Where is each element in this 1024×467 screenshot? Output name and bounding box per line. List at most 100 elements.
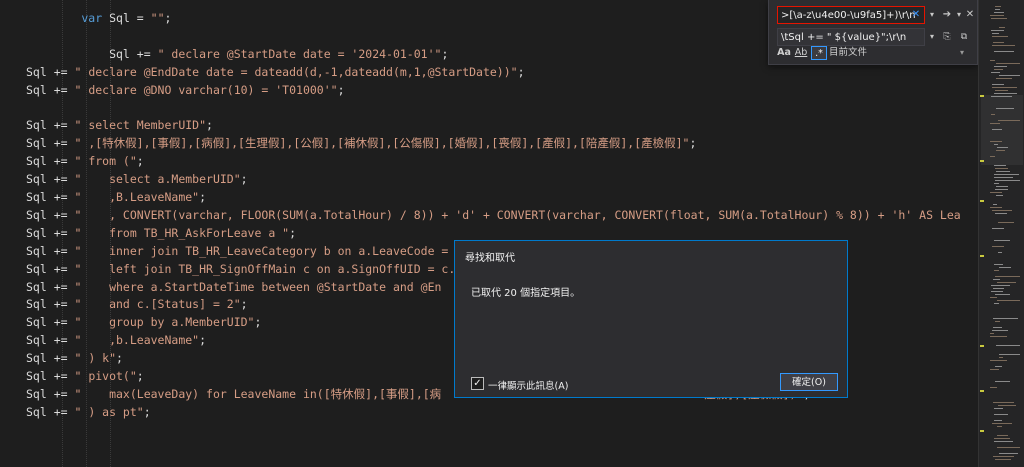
code-token: ; xyxy=(116,351,123,366)
minimap-line xyxy=(994,240,1010,241)
ok-button[interactable]: 確定(O) xyxy=(780,373,838,391)
minimap-line xyxy=(996,186,1008,187)
find-replace-result-dialog: 尋找和取代 已取代 20 個指定項目。 ✓ 一律顯示此訊息(A) 確定(O) xyxy=(454,240,848,398)
code-token: Sql = xyxy=(102,11,151,25)
code-token: ; xyxy=(136,369,144,383)
code-line: Sql += " left join TB_HR_SignOffMain c o… xyxy=(26,261,518,277)
find-options-icon[interactable]: ▾ xyxy=(955,6,963,24)
code-line: Sql += " ) k"; xyxy=(26,350,123,366)
code-token: Sql += xyxy=(26,369,75,383)
code-token: " max(LeaveDay) for LeaveName in([特休假],[… xyxy=(74,386,442,401)
close-icon[interactable]: ✕ xyxy=(965,6,975,24)
find-row: >[\a-z\u4e00-\u9fa5]+)\r\n ✕ ▾ ➔ ▾ ✕ xyxy=(777,6,975,26)
minimap-line xyxy=(990,141,1002,142)
code-token: ; xyxy=(337,82,345,97)
minimap-line xyxy=(992,210,1012,211)
minimap-line xyxy=(990,60,995,61)
minimap-line xyxy=(991,291,1003,292)
minimap-line xyxy=(997,435,1008,436)
scroll-marker xyxy=(980,255,984,257)
replace-next-icon[interactable]: ⎘ xyxy=(941,28,953,46)
minimap-line xyxy=(998,222,1014,223)
code-token: Sql += xyxy=(26,118,75,133)
minimap-line xyxy=(994,177,1013,178)
code-token: Sql += xyxy=(26,315,75,330)
find-input[interactable]: >[\a-z\u4e00-\u9fa5]+)\r\n xyxy=(777,6,925,24)
minimap-line xyxy=(995,168,1008,169)
clear-find-icon[interactable]: ✕ xyxy=(909,6,923,24)
code-token: ; xyxy=(199,190,207,204)
replace-all-icon[interactable]: ⧉ xyxy=(957,28,971,46)
minimap-line xyxy=(995,459,1011,460)
minimap-line xyxy=(995,9,1000,10)
code-token: Sql += xyxy=(26,351,75,366)
minimap-line xyxy=(995,381,1010,382)
dialog-message: 已取代 20 個指定項目。 xyxy=(471,288,581,299)
scroll-marker xyxy=(980,345,984,347)
minimap-line xyxy=(994,174,1019,175)
code-line: Sql += " declare @StartDate date = '2024… xyxy=(26,46,448,62)
minimap-line xyxy=(995,90,1008,91)
minimap-line xyxy=(997,300,1020,301)
code-token: Sql += xyxy=(26,190,75,204)
regex-toggle[interactable]: .* xyxy=(811,46,827,60)
scrollbar-thumb[interactable] xyxy=(981,95,1023,165)
code-token: Sql += xyxy=(26,279,75,294)
minimap-line xyxy=(990,369,999,370)
code-token: " ,[特休假],[事假],[病假],[生理假],[公假],[補休假],[公傷假… xyxy=(74,136,690,151)
minimap-line xyxy=(996,195,1003,196)
minimap-line xyxy=(996,345,1020,346)
code-line: Sql += " ) as pt"; xyxy=(26,404,151,420)
code-token: " select a.MemberUID" xyxy=(74,172,241,187)
vertical-scrollbar-minimap[interactable] xyxy=(978,0,1024,467)
minimap-line xyxy=(993,42,1004,43)
minimap-line xyxy=(994,441,1013,442)
code-token: ; xyxy=(199,333,207,348)
minimap-line xyxy=(990,360,1007,361)
scroll-marker xyxy=(980,95,984,97)
code-token: ; xyxy=(689,136,697,151)
code-token: Sql += xyxy=(26,172,75,187)
code-line: Sql += " ,b.LeaveName"; xyxy=(26,332,206,348)
minimap-line xyxy=(992,129,1002,130)
find-next-icon[interactable]: ➔ xyxy=(941,6,953,24)
code-token: ; xyxy=(206,118,213,133)
minimap-line xyxy=(993,279,1000,280)
minimap-line xyxy=(994,303,999,304)
minimap-line xyxy=(994,270,999,271)
code-token: Sql += xyxy=(26,243,75,258)
whole-word-toggle[interactable]: Ab xyxy=(793,46,809,60)
code-line: Sql += " where a.StartDateTime between @… xyxy=(26,279,441,295)
minimap-line xyxy=(990,156,995,157)
minimap-line xyxy=(994,408,1003,409)
minimap-line xyxy=(992,33,999,34)
code-line: Sql += " ,B.LeaveName"; xyxy=(26,189,206,205)
minimap-line xyxy=(997,426,1002,427)
scope-dropdown-icon[interactable]: ▾ xyxy=(957,46,967,60)
find-dropdown-icon[interactable]: ▾ xyxy=(927,6,937,24)
match-case-toggle[interactable]: Aa xyxy=(777,46,791,60)
always-show-label[interactable]: 一律顯示此訊息(A) xyxy=(488,378,568,392)
code-line: Sql += " group by a.MemberUID"; xyxy=(26,314,261,330)
minimap-line xyxy=(997,147,1008,148)
always-show-checkbox[interactable]: ✓ xyxy=(471,377,484,390)
replace-dropdown-icon[interactable]: ▾ xyxy=(927,28,937,46)
code-token: " ,B.LeaveName" xyxy=(74,190,200,204)
search-scope-select[interactable]: 目前文件 xyxy=(829,46,889,60)
code-token: ; xyxy=(136,154,144,169)
minimap-line xyxy=(991,18,1007,19)
scroll-marker xyxy=(980,390,984,392)
minimap-line xyxy=(994,12,1004,13)
code-token: " pivot(" xyxy=(74,369,137,383)
minimap-line xyxy=(994,414,1008,415)
minimap-line xyxy=(996,108,1014,109)
minimap-line xyxy=(990,333,994,334)
code-line: Sql += " and c.[Status] = 2"; xyxy=(26,296,248,312)
code-token: ; xyxy=(517,64,525,79)
replace-input[interactable]: \tSql += " ${value}";\r\n xyxy=(777,28,925,46)
minimap-line xyxy=(993,456,1014,457)
minimap-line xyxy=(991,285,1010,286)
minimap-line xyxy=(994,144,998,145)
minimap-line xyxy=(995,321,1000,322)
code-token: ; xyxy=(240,172,248,187)
